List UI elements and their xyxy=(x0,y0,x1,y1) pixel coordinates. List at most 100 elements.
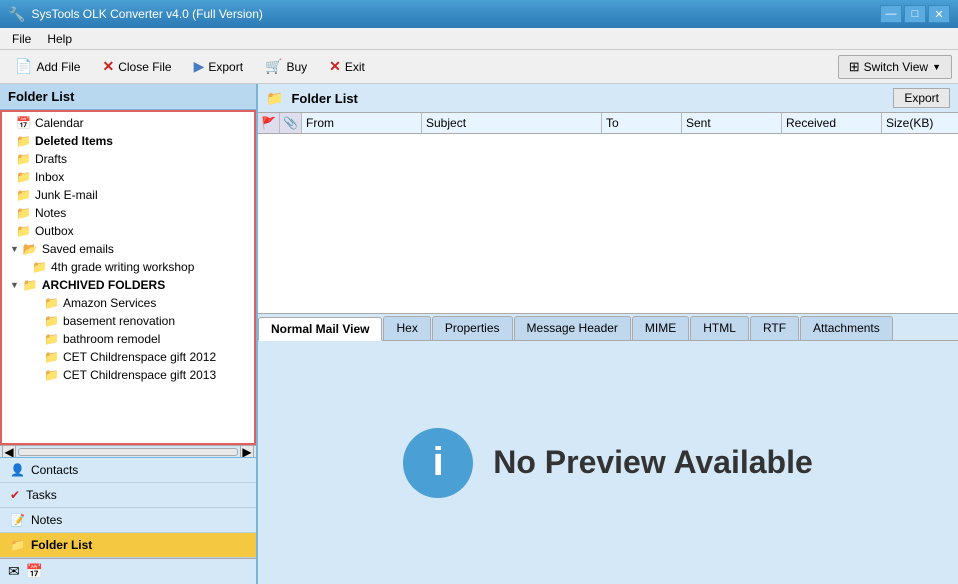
bathroom-label: bathroom remodel xyxy=(63,332,160,346)
tree-item-junk[interactable]: 📁 Junk E-mail xyxy=(2,186,254,204)
tab-html[interactable]: HTML xyxy=(690,316,749,340)
close-file-button[interactable]: ✕ Close File xyxy=(93,54,180,79)
tab-properties[interactable]: Properties xyxy=(432,316,513,340)
inbox-folder-icon: 📁 xyxy=(16,170,31,184)
app-title: SysTools OLK Converter v4.0 (Full Versio… xyxy=(31,7,262,21)
col-subject-header[interactable]: Subject xyxy=(422,113,602,133)
email-list-area xyxy=(258,134,958,314)
tree-item-calendar[interactable]: 📅 Calendar xyxy=(2,114,254,132)
tab-mime[interactable]: MIME xyxy=(632,316,689,340)
right-panel-folder-icon: 📁 xyxy=(266,90,283,107)
preview-text: No Preview Available xyxy=(493,444,813,481)
drafts-label: Drafts xyxy=(35,152,67,166)
email-list-header: 🚩 📎 From Subject To Sent Received Size(K… xyxy=(258,113,958,134)
horizontal-scroll-area: ◀ ▶ xyxy=(0,445,256,457)
tree-item-drafts[interactable]: 📁 Drafts xyxy=(2,150,254,168)
close-button[interactable]: ✕ xyxy=(928,5,950,23)
email-icon[interactable]: ✉ xyxy=(8,563,20,580)
contacts-icon: 👤 xyxy=(10,463,25,477)
col-clip: 📎 xyxy=(280,113,302,133)
minimize-button[interactable]: — xyxy=(880,5,902,23)
notes-folder-icon: 📁 xyxy=(16,206,31,220)
switch-view-button[interactable]: ⊞ Switch View ▼ xyxy=(838,55,952,79)
buy-button[interactable]: 🛒 Buy xyxy=(256,54,316,79)
horizontal-scrollbar[interactable] xyxy=(18,448,238,456)
right-export-button[interactable]: Export xyxy=(893,88,950,108)
tree-item-saved[interactable]: ▼ 📂 Saved emails xyxy=(2,240,254,258)
nav-contacts[interactable]: 👤 Contacts xyxy=(0,458,256,483)
menu-help[interactable]: Help xyxy=(39,30,80,48)
cet2012-folder-icon: 📁 xyxy=(44,350,59,364)
saved-folder-icon: 📂 xyxy=(23,242,38,256)
col-sent-header[interactable]: Sent xyxy=(682,113,782,133)
archived-label: ARCHIVED FOLDERS xyxy=(42,278,165,292)
tab-hex[interactable]: Hex xyxy=(383,316,430,340)
col-to-header[interactable]: To xyxy=(602,113,682,133)
tree-item-bathroom[interactable]: 📁 bathroom remodel xyxy=(2,330,254,348)
window-controls: — □ ✕ xyxy=(880,5,950,23)
dropdown-arrow-icon: ▼ xyxy=(932,62,941,72)
left-panel: Folder List 📅 Calendar 📁 Deleted Items 📁 xyxy=(0,84,258,584)
tree-item-deleted[interactable]: 📁 Deleted Items xyxy=(2,132,254,150)
col-size-header[interactable]: Size(KB) xyxy=(882,113,958,133)
maximize-button[interactable]: □ xyxy=(904,5,926,23)
tab-message-header[interactable]: Message Header xyxy=(514,316,631,340)
tree-item-outbox[interactable]: 📁 Outbox xyxy=(2,222,254,240)
col-received-header[interactable]: Received xyxy=(782,113,882,133)
tree-item-cet2012[interactable]: 📁 CET Childrenspace gift 2012 xyxy=(2,348,254,366)
add-file-button[interactable]: 📄 Add File xyxy=(6,54,89,79)
export-button[interactable]: ▶ Export xyxy=(185,54,252,79)
col-from-header[interactable]: From xyxy=(302,113,422,133)
tree-item-4thgrade[interactable]: 📁 4th grade writing workshop xyxy=(2,258,254,276)
junk-label: Junk E-mail xyxy=(35,188,98,202)
col-flag: 🚩 xyxy=(258,113,280,133)
folder-list-title: Folder List xyxy=(8,89,74,104)
folder-list-header: Folder List xyxy=(0,84,256,110)
tab-attachments[interactable]: Attachments xyxy=(800,316,893,340)
close-file-icon: ✕ xyxy=(102,58,114,75)
export-icon: ▶ xyxy=(194,58,205,75)
nav-notes[interactable]: 📝 Notes xyxy=(0,508,256,533)
tasks-label: Tasks xyxy=(26,488,57,502)
deleted-label: Deleted Items xyxy=(35,134,113,148)
tree-item-notes[interactable]: 📁 Notes xyxy=(2,204,254,222)
buy-icon: 🛒 xyxy=(265,58,282,75)
right-panel-title: Folder List xyxy=(291,91,357,106)
tab-normal-mail[interactable]: Normal Mail View xyxy=(258,317,382,341)
clip-icon: 📎 xyxy=(283,116,298,130)
folder-tree: 📅 Calendar 📁 Deleted Items 📁 Drafts 📁 In… xyxy=(0,110,256,445)
notes-nav-icon: 📝 xyxy=(10,513,25,527)
bottom-icons-row: ✉ 📅 xyxy=(0,558,256,584)
amazon-label: Amazon Services xyxy=(63,296,156,310)
preview-area: i No Preview Available xyxy=(258,341,958,584)
tab-rtf[interactable]: RTF xyxy=(750,316,799,340)
calendar-small-icon[interactable]: 📅 xyxy=(26,563,43,580)
cet2013-label: CET Childrenspace gift 2013 xyxy=(63,368,216,382)
add-file-icon: 📄 xyxy=(15,58,32,75)
nav-folderlist[interactable]: 📁 Folder List xyxy=(0,533,256,558)
title-bar: 🔧 SysTools OLK Converter v4.0 (Full Vers… xyxy=(0,0,958,28)
bathroom-folder-icon: 📁 xyxy=(44,332,59,346)
flag-icon: 🚩 xyxy=(261,116,276,130)
switch-view-icon: ⊞ xyxy=(849,59,860,75)
notes-label: Notes xyxy=(35,206,66,220)
saved-label: Saved emails xyxy=(42,242,114,256)
nav-tasks[interactable]: ✔ Tasks xyxy=(0,483,256,508)
tree-item-inbox[interactable]: 📁 Inbox xyxy=(2,168,254,186)
tree-item-archived[interactable]: ▼ 📁 ARCHIVED FOLDERS xyxy=(2,276,254,294)
basement-label: basement renovation xyxy=(63,314,175,328)
tree-item-cet2013[interactable]: 📁 CET Childrenspace gift 2013 xyxy=(2,366,254,384)
exit-button[interactable]: ✕ Exit xyxy=(320,54,374,79)
menu-file[interactable]: File xyxy=(4,30,39,48)
4thgrade-label: 4th grade writing workshop xyxy=(51,260,194,274)
folderlist-label: Folder List xyxy=(31,538,92,552)
tree-item-amazon[interactable]: 📁 Amazon Services xyxy=(2,294,254,312)
contacts-label: Contacts xyxy=(31,463,78,477)
drafts-folder-icon: 📁 xyxy=(16,152,31,166)
notes-nav-label: Notes xyxy=(31,513,62,527)
folderlist-icon: 📁 xyxy=(10,538,25,552)
app-icon: 🔧 xyxy=(8,6,25,23)
preview-info-icon: i xyxy=(403,428,473,498)
right-panel: 📁 Folder List Export 🚩 📎 From Subject To… xyxy=(258,84,958,584)
tree-item-basement[interactable]: 📁 basement renovation xyxy=(2,312,254,330)
